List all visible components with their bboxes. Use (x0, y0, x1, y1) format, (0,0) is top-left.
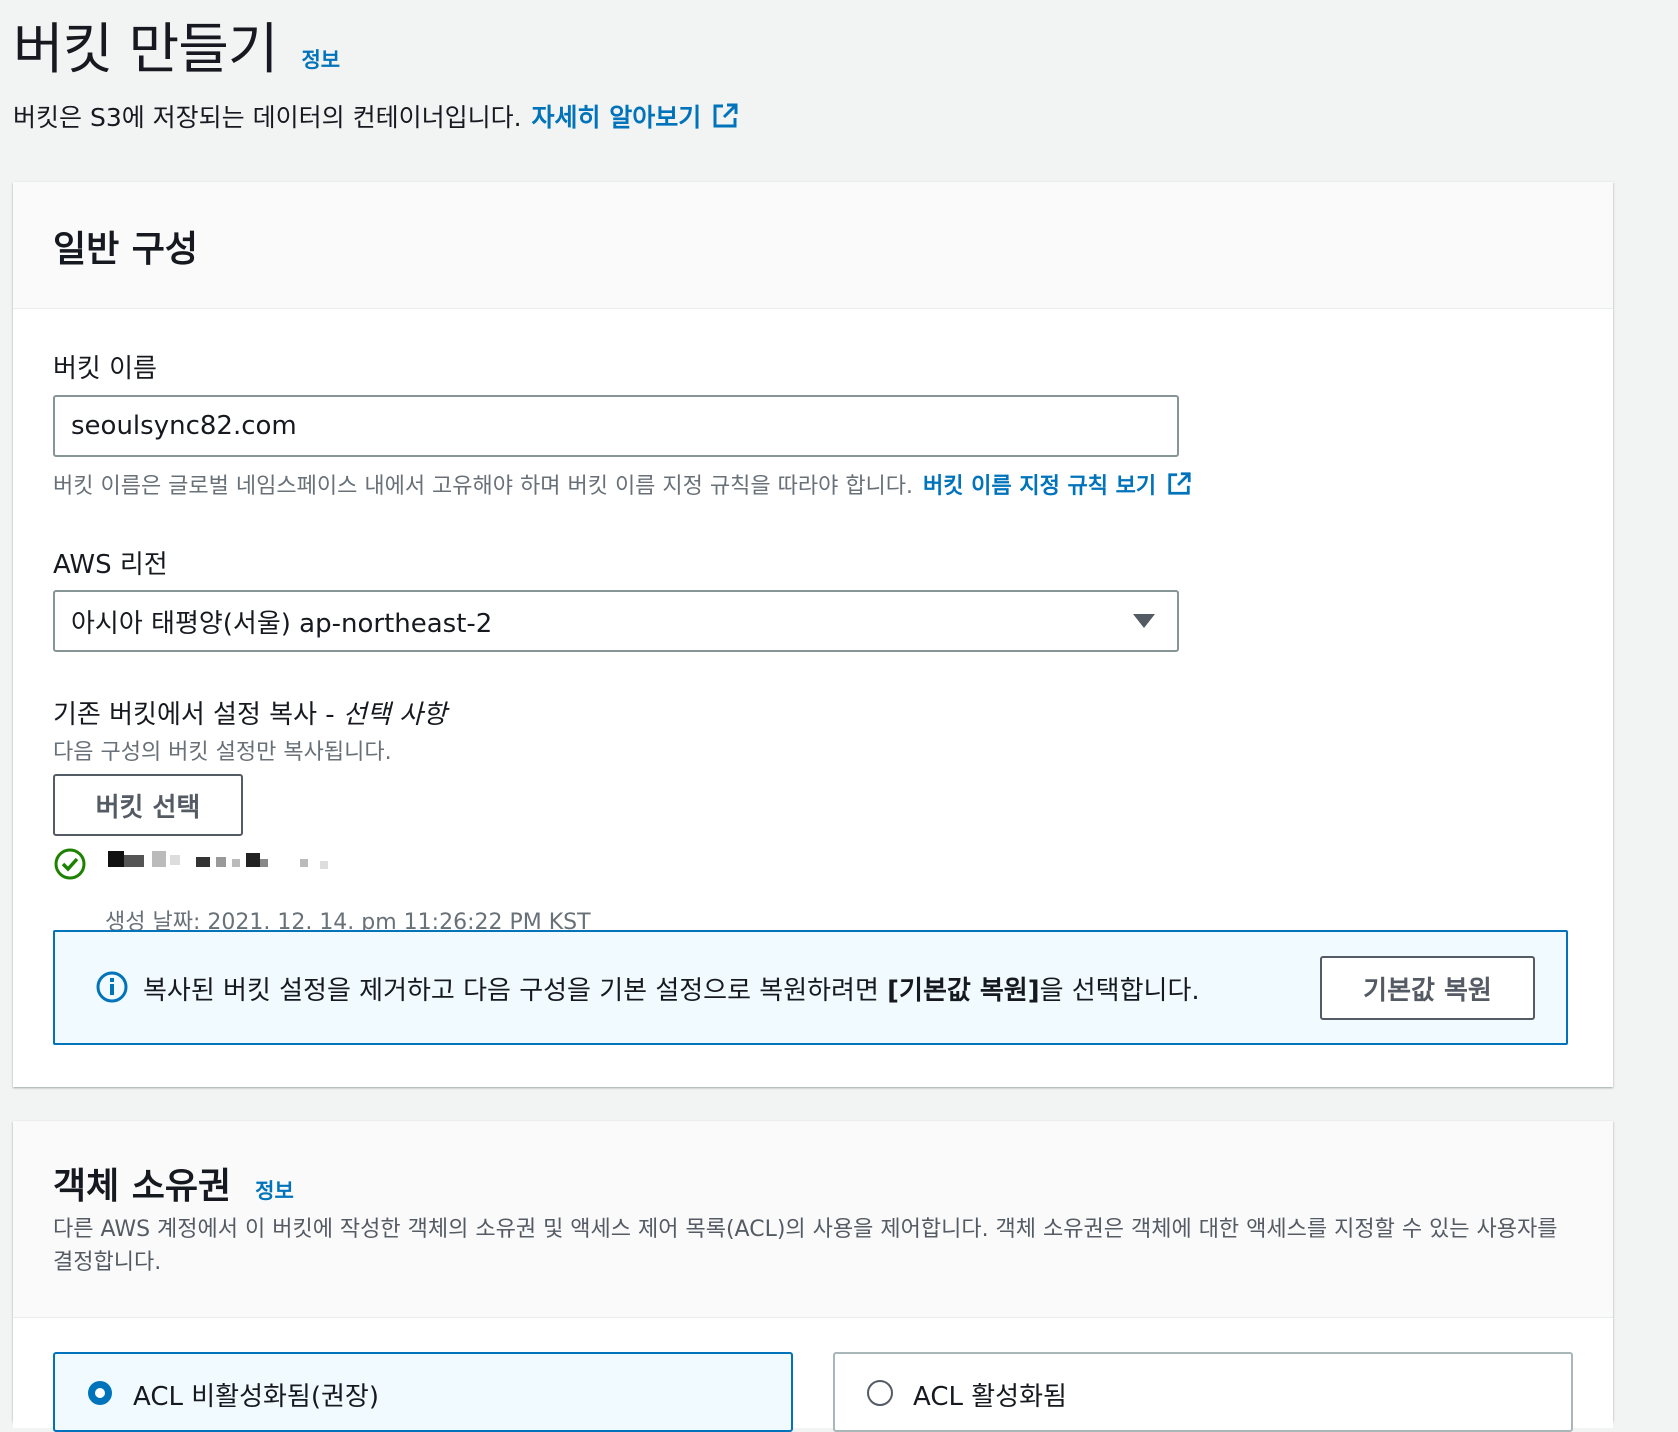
bucket-name-label: 버킷 이름 (53, 354, 157, 384)
success-check-icon (54, 848, 86, 880)
radio-selected-icon (88, 1381, 112, 1405)
info-alert: 복사된 버킷 설정을 제거하고 다음 구성을 기본 설정으로 복원하려면 [기본… (53, 930, 1568, 1045)
acl-enabled-option[interactable]: ACL 활성화됨 (833, 1352, 1573, 1432)
panel-title: 일반 구성 (53, 229, 199, 270)
bucket-name-hint: 버킷 이름은 글로벌 네임스페이스 내에서 고유해야 하며 버킷 이름 지정 규… (53, 468, 1192, 500)
region-select[interactable]: 아시아 태평양(서울) ap-northeast-2 (53, 590, 1179, 652)
redacted-bucket-name (108, 851, 338, 871)
optional-tag: 선택 사항 (342, 700, 447, 730)
general-config-panel: 일반 구성 버킷 이름 seoulsync82.com 버킷 이름은 글로벌 네… (13, 182, 1613, 1087)
choose-bucket-button[interactable]: 버킷 선택 (53, 774, 243, 836)
page-title: 버킷 만들기 (13, 17, 278, 81)
ownership-title-row: 객체 소유권 정보 (53, 1157, 294, 1209)
info-link[interactable]: 정보 (301, 44, 340, 74)
copy-settings-label: 기존 버킷에서 설정 복사 - 선택 사항 (53, 694, 447, 731)
caret-down-icon (1133, 614, 1155, 628)
bucket-naming-rules-link[interactable]: 버킷 이름 지정 규칙 보기 (923, 468, 1192, 500)
bucket-name-hint-text: 버킷 이름은 글로벌 네임스페이스 내에서 고유해야 하며 버킷 이름 지정 규… (53, 474, 914, 499)
info-link[interactable]: 정보 (255, 1175, 294, 1205)
bucket-name-value: seoulsync82.com (71, 411, 297, 441)
copy-settings-hint: 다음 구성의 버킷 설정만 복사됩니다. (53, 734, 392, 766)
info-icon (96, 971, 128, 1003)
page-description-text: 버킷은 S3에 저장되는 데이터의 컨테이너입니다. (13, 103, 522, 132)
copy-settings-hint-text: 다음 구성의 버킷 설정만 복사됩니다. (53, 740, 392, 765)
restore-defaults-button[interactable]: 기본값 복원 (1320, 956, 1535, 1020)
bucket-naming-rules-label: 버킷 이름 지정 규칙 보기 (923, 474, 1157, 499)
choose-bucket-label: 버킷 선택 (95, 792, 201, 823)
alert-text-bold: [기본값 복원] (887, 976, 1040, 1006)
alert-text-pre: 복사된 버킷 설정을 제거하고 다음 구성을 기본 설정으로 복원하려면 (143, 976, 888, 1006)
object-ownership-panel: 객체 소유권 정보 다른 AWS 계정에서 이 버킷에 작성한 객체의 소유권 … (13, 1121, 1613, 1432)
radio-unselected-icon (867, 1380, 893, 1406)
learn-more-label: 자세히 알아보기 (531, 103, 702, 132)
alert-text-post: 을 선택합니다. (1039, 976, 1200, 1006)
panel-title: 객체 소유권 (53, 1166, 232, 1207)
copy-settings-label-text: 기존 버킷에서 설정 복사 - (53, 700, 343, 730)
external-link-icon (1168, 472, 1191, 495)
learn-more-link[interactable]: 자세히 알아보기 (532, 98, 740, 134)
acl-disabled-option[interactable]: ACL 비활성화됨(권장) (53, 1352, 793, 1432)
acl-enabled-label: ACL 활성화됨 (913, 1382, 1067, 1412)
region-label: AWS 리전 (53, 550, 168, 580)
panel-header (13, 182, 1613, 309)
region-value: 아시아 태평양(서울) ap-northeast-2 (71, 608, 493, 639)
alert-message: 복사된 버킷 설정을 제거하고 다음 구성을 기본 설정으로 복원하려면 [기본… (143, 970, 1200, 1007)
page-header: 버킷 만들기 정보 버킷은 S3에 저장되는 데이터의 컨테이너입니다. 자세히… (13, 14, 739, 134)
ownership-options: ACL 비활성화됨(권장) ACL 활성화됨 (13, 1317, 1613, 1432)
acl-disabled-label: ACL 비활성화됨(권장) (133, 1382, 379, 1412)
page-description: 버킷은 S3에 저장되는 데이터의 컨테이너입니다. 자세히 알아보기 (13, 98, 739, 134)
ownership-description: 다른 AWS 계정에서 이 버킷에 작성한 객체의 소유권 및 액세스 제어 목… (53, 1217, 1558, 1275)
bucket-name-input[interactable]: seoulsync82.com (53, 395, 1179, 457)
restore-defaults-label: 기본값 복원 (1363, 975, 1492, 1006)
external-link-icon (713, 103, 738, 128)
